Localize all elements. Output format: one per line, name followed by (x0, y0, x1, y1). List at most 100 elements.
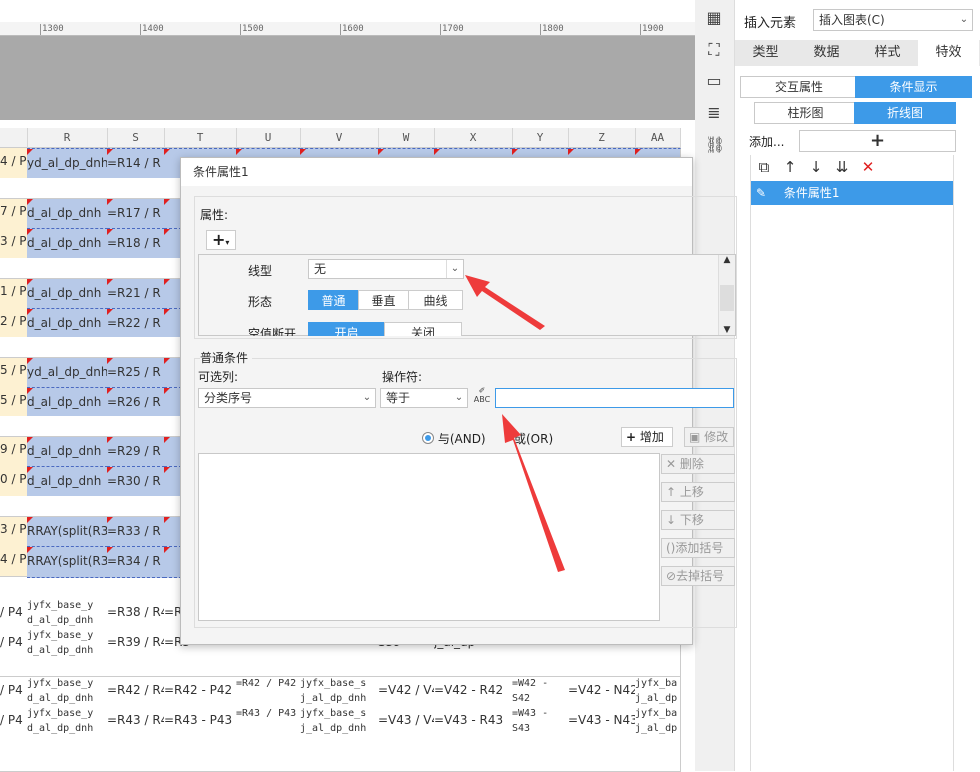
table-cell[interactable]: RRAY(split(R3 (27, 516, 108, 548)
null-break-off-button[interactable]: 关闭 (384, 322, 462, 336)
column-select[interactable]: 分类序号 ⌄ (198, 388, 376, 408)
table-cell[interactable]: 9 / P (0, 436, 28, 467)
table-cell[interactable]: 4 / P (0, 148, 28, 179)
table-cell[interactable] (107, 496, 165, 517)
table-cell[interactable]: =V42 / V4 (378, 676, 435, 707)
move-down-button[interactable]: ↓ 下移 (661, 510, 735, 530)
table-cell[interactable]: =R39 / R4 (107, 628, 165, 659)
table-cell[interactable]: jyfx_base_s j_al_dp_dnh (300, 676, 379, 707)
table-cell[interactable]: d_al_dp_dnh (27, 436, 108, 468)
move-up-button[interactable]: ↑ 上移 (661, 482, 735, 502)
table-cell[interactable] (378, 658, 435, 677)
table-cell[interactable] (0, 658, 28, 677)
table-cell[interactable] (635, 658, 681, 677)
table-cell[interactable]: =W42 - S42 (512, 676, 569, 707)
shape-curve-button[interactable]: 曲线 (408, 290, 463, 310)
table-cell[interactable] (107, 178, 165, 199)
operator-select[interactable]: 等于 ⌄ (380, 388, 468, 408)
table-cell[interactable] (434, 658, 513, 677)
shape-vertical-button[interactable]: 垂直 (358, 290, 409, 310)
table-cell[interactable] (107, 337, 165, 358)
and-radio[interactable]: 与(AND) (422, 430, 486, 447)
table-cell[interactable] (27, 258, 108, 279)
table-cell[interactable] (107, 736, 165, 772)
tab-effects[interactable]: 特效 (918, 40, 979, 66)
table-cell[interactable] (27, 178, 108, 199)
table-cell[interactable] (300, 736, 379, 772)
value-type-icon[interactable]: ✐ ABC (472, 386, 492, 406)
table-cell[interactable] (0, 337, 28, 358)
column-header[interactable]: Y (512, 128, 569, 148)
add-parentheses-button[interactable]: ()添加括号 (661, 538, 735, 558)
insert-chart-select[interactable]: 插入图表(C) ⌄ (813, 9, 973, 31)
table-cell[interactable]: =R14 / R (107, 148, 165, 180)
condition-value-input[interactable] (495, 388, 734, 408)
condition-list-box[interactable] (198, 453, 660, 621)
delete-icon[interactable]: ✕ (859, 158, 877, 176)
add-condition-item-button[interactable]: + 增加 (621, 427, 673, 447)
link-icon[interactable]: ⛓ (705, 136, 725, 154)
table-cell[interactable] (0, 178, 28, 199)
shape-normal-button[interactable]: 普通 (308, 290, 359, 310)
remove-parentheses-button[interactable]: ⊘去掉括号 (661, 566, 735, 586)
arrow-down-icon[interactable]: ↓ (807, 158, 825, 176)
dropdown-widget-icon[interactable]: ▭ (705, 72, 723, 90)
table-cell[interactable]: =R34 / R (107, 546, 165, 578)
table-cell[interactable]: jyfx_ba j_al_dp (635, 676, 681, 707)
table-cell[interactable]: jyfx_ba j_al_dp (635, 706, 681, 737)
scroll-up-icon[interactable]: ▲ (719, 255, 735, 265)
table-cell[interactable]: 1 / P (0, 278, 28, 309)
table-cell[interactable] (0, 416, 28, 437)
table-cell[interactable]: jyfx_base_y d_al_dp_dnh (27, 598, 108, 629)
table-cell[interactable]: 5 / P (0, 357, 28, 388)
column-header[interactable]: S (107, 128, 165, 148)
table-cell[interactable]: jyfx_base_y d_al_dp_dnh (27, 706, 108, 737)
column-header[interactable]: T (164, 128, 237, 148)
table-cell[interactable] (0, 258, 28, 279)
table-cell[interactable] (27, 496, 108, 517)
table-cell[interactable] (107, 258, 165, 279)
column-header[interactable]: Z (568, 128, 636, 148)
layers-icon[interactable]: ≣ (705, 104, 723, 122)
table-cell[interactable] (635, 736, 681, 772)
table-cell[interactable]: 3 / P (0, 516, 28, 547)
table-cell[interactable] (236, 736, 301, 772)
chart-tab-bar[interactable]: 柱形图 (754, 102, 857, 124)
table-cell[interactable]: =V43 / V4 (378, 706, 435, 737)
table-cell[interactable] (0, 736, 28, 772)
column-header[interactable]: V (300, 128, 379, 148)
table-cell[interactable] (236, 658, 301, 677)
table-cell[interactable]: =V42 - R42 (434, 676, 513, 707)
table-cell[interactable] (568, 736, 636, 772)
modify-button[interactable]: ▣ 修改 (684, 427, 734, 447)
table-cell[interactable]: =V43 - N43 (568, 706, 636, 737)
table-cell[interactable]: =R26 / R (107, 387, 165, 419)
table-cell[interactable]: =W43 - S43 (512, 706, 569, 737)
table-cell[interactable]: =R42 - P42 (164, 676, 237, 707)
or-radio[interactable]: 或(OR) (514, 430, 553, 447)
table-cell[interactable]: yd_al_dp_dnh (27, 357, 108, 389)
table-cell[interactable]: 2 / P (0, 308, 28, 339)
column-header[interactable]: R (27, 128, 108, 148)
table-cell[interactable]: yd_al_dp_dnh (27, 148, 108, 180)
tab-type[interactable]: 类型 (735, 40, 796, 66)
chart-tab-line[interactable]: 折线图 (854, 102, 956, 124)
table-cell[interactable] (434, 736, 513, 772)
table-cell[interactable] (107, 416, 165, 437)
table-cell[interactable]: =R43 / R4 (107, 706, 165, 737)
copy-icon[interactable]: ⧉ (755, 158, 773, 176)
column-header[interactable]: AA (635, 128, 681, 148)
null-break-on-button[interactable]: 开启 (308, 322, 385, 336)
table-cell[interactable]: =R29 / R (107, 436, 165, 468)
table-cell[interactable]: d_al_dp_dnh (27, 198, 108, 230)
properties-scrollbar[interactable]: ▲ ▼ (718, 255, 735, 335)
table-cell[interactable]: =R43 - P43 (164, 706, 237, 737)
table-cell[interactable] (27, 337, 108, 358)
tab-data[interactable]: 数据 (796, 40, 857, 66)
table-cell[interactable] (512, 658, 569, 677)
table-cell[interactable]: / P4 (0, 676, 28, 707)
column-header[interactable]: U (236, 128, 301, 148)
table-cell[interactable]: / P4 (0, 598, 28, 629)
table-cell[interactable]: =R21 / R (107, 278, 165, 310)
table-cell[interactable]: =R17 / R (107, 198, 165, 230)
